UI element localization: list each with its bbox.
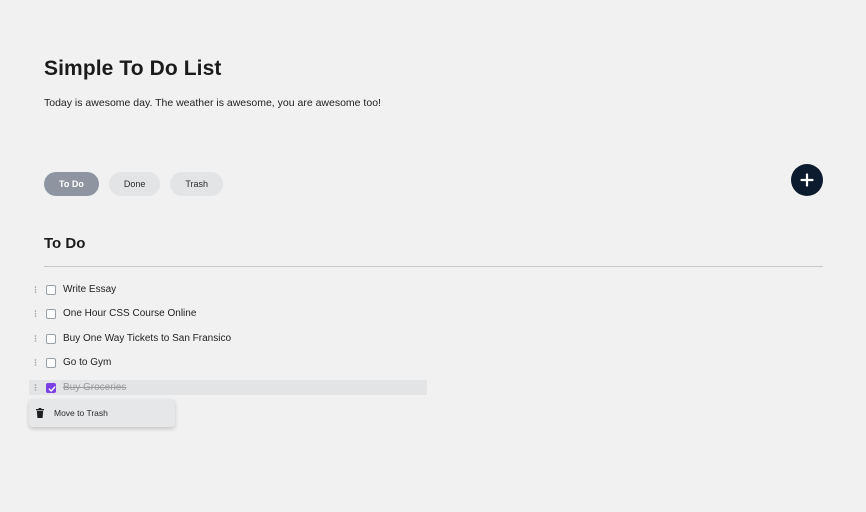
task-checkbox[interactable] (46, 308, 56, 319)
plus-icon (800, 173, 814, 187)
task-checkbox-checked[interactable] (46, 382, 56, 393)
tab-trash[interactable]: Trash (170, 172, 224, 196)
drag-handle-icon[interactable] (29, 355, 41, 370)
section-divider (44, 266, 823, 267)
drag-handle-icon[interactable] (29, 306, 41, 321)
drag-handle-icon[interactable] (29, 331, 41, 346)
task-item-write-essay: Write Essay (29, 282, 427, 297)
checkmark-icon (48, 385, 56, 392)
filter-tabs: To Do Done Trash (44, 172, 224, 196)
task-checkbox[interactable] (46, 284, 56, 295)
drag-handle-icon[interactable] (29, 282, 41, 297)
task-label: Go to Gym (63, 357, 112, 368)
task-checkbox[interactable] (46, 333, 56, 344)
task-item-tickets: Buy One Way Tickets to San Fransico (29, 331, 427, 346)
tab-done[interactable]: Done (108, 172, 161, 196)
trash-icon (35, 407, 45, 419)
task-item-gym: Go to Gym (29, 355, 427, 370)
menu-label: Move to Trash (54, 408, 108, 418)
page-title: Simple To Do List (44, 57, 222, 80)
section-title: To Do (44, 235, 86, 252)
add-task-button[interactable] (791, 164, 823, 196)
page-subtitle: Today is awesome day. The weather is awe… (44, 97, 381, 109)
drag-handle-icon[interactable] (29, 380, 41, 395)
task-item-groceries: Buy Groceries (29, 380, 427, 395)
task-label: Write Essay (63, 284, 117, 295)
task-checkbox[interactable] (46, 357, 56, 368)
task-label: Buy Groceries (63, 382, 127, 393)
task-label: One Hour CSS Course Online (63, 308, 197, 319)
task-item-css-course: One Hour CSS Course Online (29, 306, 427, 321)
task-label: Buy One Way Tickets to San Fransico (63, 333, 232, 344)
tab-to-do[interactable]: To Do (44, 172, 99, 196)
move-to-trash-menu-item[interactable]: Move to Trash (29, 399, 175, 427)
